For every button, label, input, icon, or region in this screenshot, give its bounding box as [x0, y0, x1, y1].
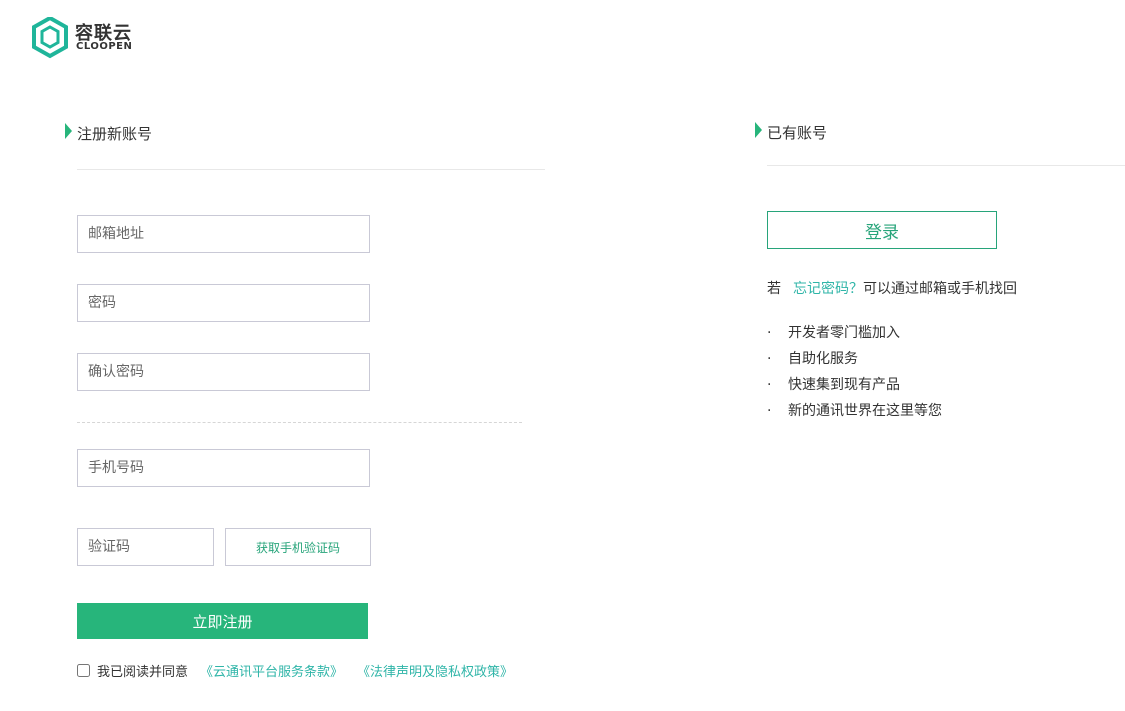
feature-item: · 新的通讯世界在这里等您	[767, 403, 942, 419]
phone-input[interactable]	[77, 449, 370, 487]
form-separator	[77, 422, 522, 423]
forgot-suffix: 可以通过邮箱或手机找回	[863, 281, 1017, 297]
email-input[interactable]	[77, 215, 370, 253]
verification-code-input[interactable]	[77, 528, 214, 566]
password-input[interactable]	[77, 284, 370, 322]
feature-item: · 快速集到现有产品	[767, 377, 900, 393]
agree-checkbox[interactable]	[77, 663, 90, 677]
feature-item: · 自助化服务	[767, 351, 858, 367]
login-heading: 已有账号	[767, 124, 828, 142]
login-divider	[767, 165, 1125, 166]
register-heading: 注册新账号	[77, 125, 153, 143]
register-divider	[77, 169, 545, 170]
feature-list: · 开发者零门槛加入 · 自助化服务 · 快速集到现有产品 · 新的通讯世界在这里等您	[767, 324, 942, 428]
privacy-policy-link[interactable]: 《法律声明及隐私权政策》	[357, 661, 513, 680]
forgot-password-row: 若忘记密码？可以通过邮箱或手机找回	[767, 278, 1017, 298]
login-button[interactable]: 登录	[767, 211, 997, 249]
logo-text-en: CLOOPEN	[76, 41, 133, 52]
agree-label: 我已阅读并同意	[97, 664, 189, 680]
login-heading-arrow-icon	[755, 122, 762, 138]
forgot-prefix: 若	[767, 281, 781, 297]
register-heading-arrow-icon	[65, 123, 72, 139]
feature-item: · 开发者零门槛加入	[767, 325, 900, 341]
terms-link[interactable]: 《云通讯平台服务条款》	[200, 661, 343, 680]
forgot-password-link[interactable]: 忘记密码？	[793, 281, 863, 297]
agreement-row: 我已阅读并同意 《云通讯平台服务条款》 《法律声明及隐私权政策》	[77, 660, 513, 680]
logo-hexagon-inner	[40, 25, 60, 49]
register-button[interactable]: 立即注册	[77, 603, 368, 639]
logo-hexagon-outer	[32, 17, 68, 59]
confirm-password-input[interactable]	[77, 353, 370, 391]
get-sms-code-button[interactable]: 获取手机验证码	[225, 528, 371, 566]
